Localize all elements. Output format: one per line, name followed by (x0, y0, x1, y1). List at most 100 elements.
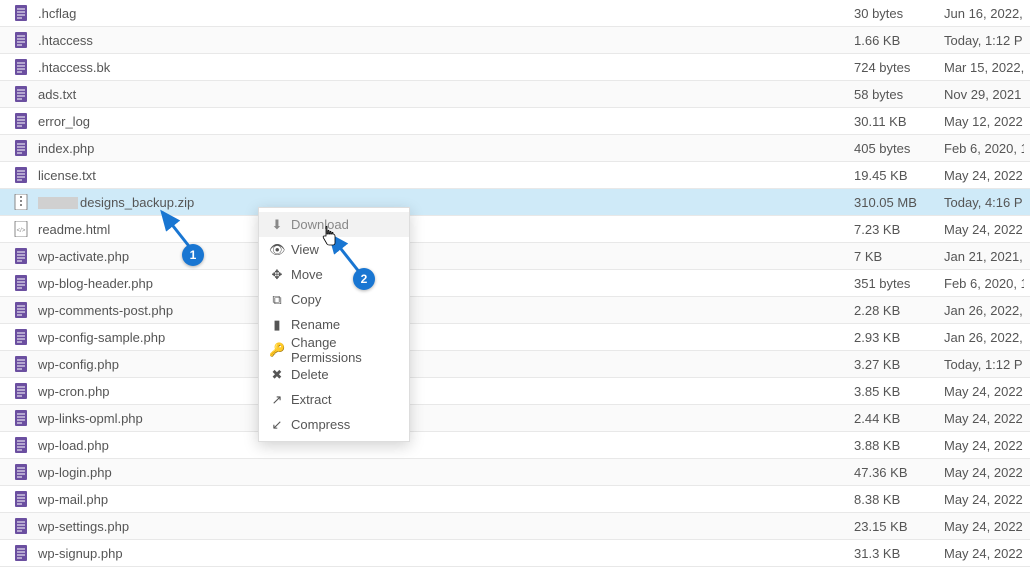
context-menu: ⬇Download👁View✥Move⧉Copy ▮ Rename 🔑Change P… (258, 207, 410, 442)
menu-item-move[interactable]: ✥Move (259, 262, 409, 287)
file-date: Nov 29, 2021 (944, 87, 1024, 102)
file-row[interactable]: wp-config.php3.27 KBToday, 1:12 P (0, 351, 1030, 378)
file-name[interactable]: license.txt (34, 168, 854, 183)
file-name-label: wp-config.php (38, 357, 119, 372)
file-name[interactable]: wp-config-sample.php (34, 330, 854, 345)
file-row[interactable]: wp-signup.php31.3 KBMay 24, 2022 (0, 540, 1030, 567)
file-name[interactable]: .htaccess.bk (34, 60, 854, 75)
menu-item-label: Change Permissions (291, 335, 399, 365)
file-type-icon (8, 275, 34, 291)
file-name[interactable]: wp-config.php (34, 357, 854, 372)
menu-item-label: View (291, 242, 319, 257)
menu-item-label: Compress (291, 417, 350, 432)
file-date: Today, 1:12 P (944, 33, 1024, 48)
menu-item-view[interactable]: 👁View (259, 237, 409, 262)
file-name-label: .htaccess (38, 33, 93, 48)
file-row[interactable]: wp-settings.php23.15 KBMay 24, 2022 (0, 513, 1030, 540)
file-name-label: readme.html (38, 222, 110, 237)
menu-item-change-permissions[interactable]: 🔑Change Permissions (259, 337, 409, 362)
file-row[interactable]: ads.txt58 bytesNov 29, 2021 (0, 81, 1030, 108)
file-name-label: license.txt (38, 168, 96, 183)
extract-icon: ↗ (269, 392, 285, 408)
file-size: 30.11 KB (854, 114, 944, 129)
file-name[interactable]: readme.html (34, 222, 854, 237)
file-size: 30 bytes (854, 6, 944, 21)
file-row[interactable]: error_log 30.11 KBMay 12, 2022 (0, 108, 1030, 135)
file-name[interactable]: index.php (34, 141, 854, 156)
file-date: May 24, 2022 (944, 438, 1024, 453)
menu-item-rename[interactable]: ▮ Rename (259, 312, 409, 337)
file-row[interactable]: wp-mail.php8.38 KBMay 24, 2022 (0, 486, 1030, 513)
file-row[interactable]: wp-comments-post.php2.28 KBJan 26, 2022, (0, 297, 1030, 324)
file-date: Mar 15, 2022, (944, 60, 1024, 75)
file-name[interactable]: wp-login.php (34, 465, 854, 480)
file-name-label: wp-activate.php (38, 249, 129, 264)
file-size: 19.45 KB (854, 168, 944, 183)
file-name-label: .htaccess.bk (38, 60, 110, 75)
file-type-icon (8, 167, 34, 183)
file-row[interactable]: wp-cron.php3.85 KBMay 24, 2022 (0, 378, 1030, 405)
file-row[interactable]: wp-login.php47.36 KBMay 24, 2022 (0, 459, 1030, 486)
rename-icon: ▮ (269, 317, 285, 333)
file-name[interactable]: designs_backup.zip (34, 195, 854, 210)
file-row[interactable]: .htaccess1.66 KBToday, 1:12 P (0, 27, 1030, 54)
file-name[interactable]: wp-comments-post.php (34, 303, 854, 318)
file-date: May 24, 2022 (944, 411, 1024, 426)
file-row[interactable]: </>readme.html7.23 KBMay 24, 2022 (0, 216, 1030, 243)
file-date: May 24, 2022 (944, 222, 1024, 237)
file-date: May 24, 2022 (944, 384, 1024, 399)
file-name[interactable]: wp-cron.php (34, 384, 854, 399)
file-type-icon (8, 59, 34, 75)
file-date: Jan 26, 2022, (944, 330, 1024, 345)
file-type-icon (8, 491, 34, 507)
file-row[interactable]: wp-config-sample.php2.93 KBJan 26, 2022, (0, 324, 1030, 351)
menu-item-copy[interactable]: ⧉Copy (259, 287, 409, 312)
menu-item-label: Copy (291, 292, 321, 307)
file-name-label: error_log (38, 114, 90, 129)
file-date: May 24, 2022 (944, 546, 1024, 561)
file-name[interactable]: .htaccess (34, 33, 854, 48)
file-name[interactable]: wp-mail.php (34, 492, 854, 507)
menu-item-download[interactable]: ⬇Download (259, 212, 409, 237)
file-row[interactable]: .hcflag30 bytesJun 16, 2022, (0, 0, 1030, 27)
file-size: 405 bytes (854, 141, 944, 156)
menu-item-extract[interactable]: ↗Extract (259, 387, 409, 412)
file-row[interactable]: wp-activate.php7 KBJan 21, 2021, (0, 243, 1030, 270)
file-name[interactable]: wp-signup.php (34, 546, 854, 561)
menu-item-delete[interactable]: ✖Delete (259, 362, 409, 387)
file-name[interactable]: .hcflag (34, 6, 854, 21)
file-type-icon (8, 383, 34, 399)
redacted-text (38, 197, 78, 209)
file-name-label: wp-config-sample.php (38, 330, 165, 345)
file-name-label: designs_backup.zip (80, 195, 194, 210)
file-row[interactable]: .htaccess.bk 724 bytesMar 15, 2022, (0, 54, 1030, 81)
file-row[interactable]: designs_backup.zip310.05 MBToday, 4:16 P (0, 189, 1030, 216)
menu-item-label: Rename (291, 317, 340, 332)
file-name[interactable]: ads.txt (34, 87, 854, 102)
file-row[interactable]: wp-load.php3.88 KBMay 24, 2022 (0, 432, 1030, 459)
file-name[interactable]: wp-activate.php (34, 249, 854, 264)
file-row[interactable]: license.txt19.45 KBMay 24, 2022 (0, 162, 1030, 189)
file-type-icon (8, 32, 34, 48)
file-name[interactable]: wp-blog-header.php (34, 276, 854, 291)
file-row[interactable]: index.php405 bytesFeb 6, 2020, 1 (0, 135, 1030, 162)
file-name[interactable]: wp-settings.php (34, 519, 854, 534)
file-type-icon (8, 464, 34, 480)
file-name[interactable]: error_log (34, 114, 854, 129)
file-date: Feb 6, 2020, 1 (944, 141, 1024, 156)
file-row[interactable]: wp-links-opml.php2.44 KBMay 24, 2022 (0, 405, 1030, 432)
file-date: May 12, 2022 (944, 114, 1024, 129)
menu-item-compress[interactable]: ↙Compress (259, 412, 409, 437)
file-name-label: ads.txt (38, 87, 76, 102)
file-size: 724 bytes (854, 60, 944, 75)
file-name[interactable]: wp-load.php (34, 438, 854, 453)
file-size: 3.88 KB (854, 438, 944, 453)
file-date: Feb 6, 2020, 1 (944, 276, 1024, 291)
file-name-label: wp-comments-post.php (38, 303, 173, 318)
file-type-icon: </> (8, 221, 34, 237)
file-row[interactable]: wp-blog-header.php351 bytesFeb 6, 2020, … (0, 270, 1030, 297)
file-type-icon (8, 545, 34, 561)
file-name[interactable]: wp-links-opml.php (34, 411, 854, 426)
file-date: May 24, 2022 (944, 465, 1024, 480)
file-name-label: wp-settings.php (38, 519, 129, 534)
